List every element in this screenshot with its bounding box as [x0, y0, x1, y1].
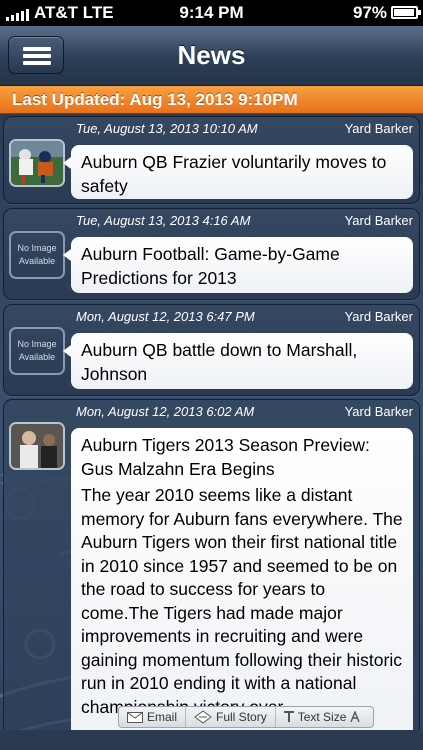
news-item[interactable]: Tue, August 13, 2013 10:10 AM Yard Barke… [3, 116, 420, 204]
news-date: Tue, August 13, 2013 10:10 AM [76, 121, 258, 136]
article-action-bar: Email Full Story Text Size [118, 706, 374, 728]
coach-photo-icon [11, 424, 63, 468]
news-headline[interactable]: Auburn QB battle down to Marshall, Johns… [63, 333, 413, 389]
last-updated-banner: Last Updated: Aug 13, 2013 9:10PM [0, 86, 423, 114]
no-image-placeholder: No Image Available [9, 231, 65, 279]
news-thumbnail [9, 422, 65, 470]
news-source: Yard Barker [344, 404, 413, 419]
news-headline[interactable]: Auburn QB Frazier voluntarily moves to s… [63, 145, 413, 199]
news-thumbnail [9, 139, 65, 187]
news-date: Mon, August 12, 2013 6:02 AM [76, 404, 255, 419]
headline-text: Auburn QB battle down to Marshall, Johns… [81, 340, 358, 384]
page-title: News [177, 40, 246, 70]
football-photo-icon [11, 141, 63, 185]
news-list[interactable]: Tue, August 13, 2013 10:10 AM Yard Barke… [0, 114, 423, 750]
no-image-placeholder: No Image Available [9, 327, 65, 375]
news-item[interactable]: Tue, August 13, 2013 4:16 AM Yard Barker… [3, 208, 420, 300]
news-source: Yard Barker [344, 121, 413, 136]
battery-icon [391, 6, 421, 19]
full-story-label: Full Story [216, 710, 267, 724]
text-size-button[interactable]: Text Size [276, 707, 369, 727]
email-button[interactable]: Email [119, 707, 187, 727]
email-label: Email [147, 710, 178, 724]
headline-text: Auburn Tigers 2013 Season Preview: Gus M… [81, 435, 370, 479]
text-size-icon [283, 711, 294, 722]
bottom-strip [0, 730, 423, 750]
status-bar: AT&T LTE 9:14 PM 97% [0, 0, 423, 26]
battery-percent: 97% [352, 3, 387, 22]
full-story-button[interactable]: Full Story [186, 707, 276, 727]
open-article-icon [194, 710, 212, 724]
text-size-label: Text Size [297, 710, 347, 724]
envelope-icon [127, 711, 143, 723]
news-date: Mon, August 12, 2013 6:47 PM [76, 309, 255, 324]
headline-text: Auburn Football: Game-by-Game Prediction… [81, 244, 340, 288]
text-size-a-icon [350, 711, 361, 723]
news-article[interactable]: Auburn Tigers 2013 Season Preview: Gus M… [71, 428, 413, 750]
news-source: Yard Barker [344, 213, 413, 228]
story-text: The year 2010 seems like a distant memor… [81, 485, 403, 717]
headline-text: Auburn QB Frazier voluntarily moves to s… [81, 152, 387, 196]
news-item-expanded[interactable]: Mon, August 12, 2013 6:02 AM Yard Barker… [3, 399, 420, 750]
news-date: Tue, August 13, 2013 4:16 AM [76, 213, 251, 228]
nav-bar: News [0, 26, 423, 86]
news-item[interactable]: Mon, August 12, 2013 6:47 PM Yard Barker… [3, 304, 420, 396]
news-headline[interactable]: Auburn Football: Game-by-Game Prediction… [63, 237, 413, 293]
news-source: Yard Barker [344, 309, 413, 324]
